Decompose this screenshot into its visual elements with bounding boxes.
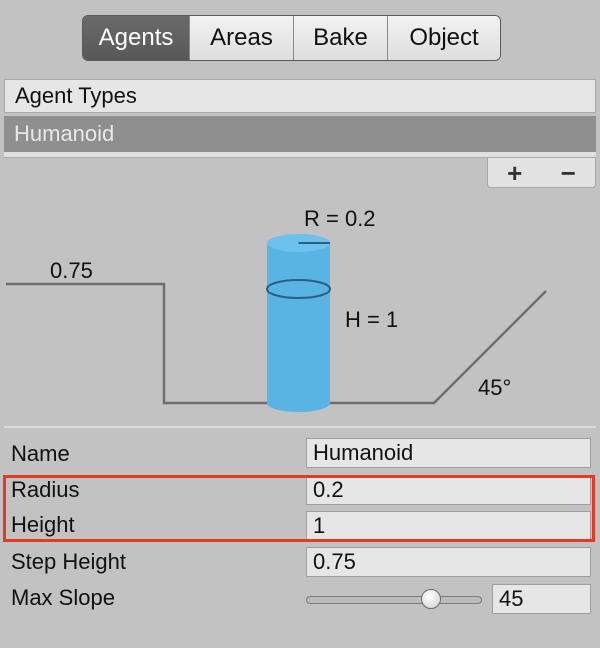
tab-bake[interactable]: Bake <box>293 16 387 60</box>
tab-areas[interactable]: Areas <box>189 16 293 60</box>
agent-type-item-humanoid[interactable]: Humanoid <box>4 116 596 152</box>
height-field[interactable]: 1 <box>306 511 591 541</box>
step-height-label: Step Height <box>11 549 126 574</box>
max-slope-label: Max Slope <box>11 585 115 610</box>
step-height-label: 0.75 <box>50 258 93 283</box>
height-label-field: Height <box>11 512 75 537</box>
tab-object[interactable]: Object <box>387 16 500 60</box>
name-field[interactable]: Humanoid <box>306 438 591 468</box>
max-slope-slider-thumb[interactable] <box>421 589 442 609</box>
section-divider <box>4 426 596 428</box>
tab-agents[interactable]: Agents <box>83 16 189 60</box>
name-label: Name <box>11 441 70 466</box>
agent-types-header: Agent Types <box>4 79 596 113</box>
max-slope-slider-track[interactable] <box>306 596 482 604</box>
agent-types-footer: + − <box>487 158 596 188</box>
radius-label: R = 0.2 <box>304 206 376 231</box>
remove-agent-type-button[interactable]: − <box>561 160 576 186</box>
height-label: H = 1 <box>345 307 398 332</box>
agent-cylinder <box>266 234 331 412</box>
navigation-tabs: Agents Areas Bake Object <box>82 15 501 61</box>
add-agent-type-button[interactable]: + <box>507 160 522 186</box>
agent-dimensions-diagram: R = 0.2 H = 1 0.75 45° <box>6 206 547 412</box>
max-slope-field[interactable]: 45 <box>492 584 591 614</box>
radius-label-field: Radius <box>11 477 80 502</box>
slope-label: 45° <box>478 375 511 400</box>
radius-field[interactable]: 0.2 <box>306 475 591 505</box>
step-height-field[interactable]: 0.75 <box>306 547 591 577</box>
